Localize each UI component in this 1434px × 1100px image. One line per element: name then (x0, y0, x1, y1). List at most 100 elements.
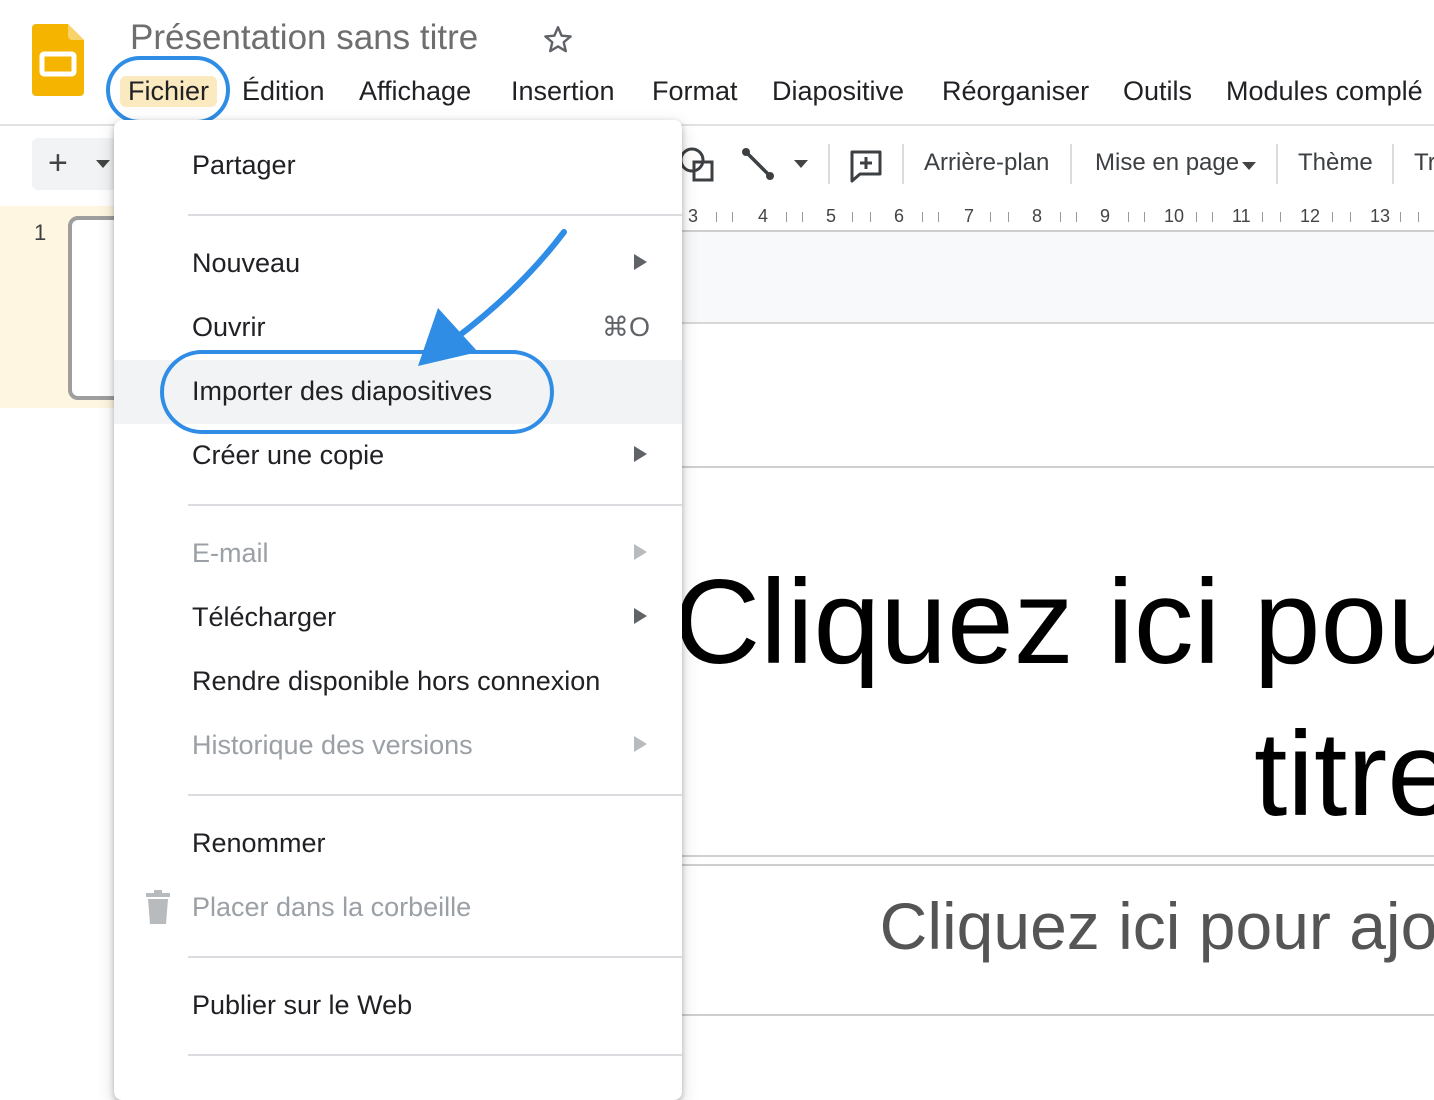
menu-insertion[interactable]: Insertion (511, 76, 615, 107)
menu-outils[interactable]: Outils (1123, 76, 1192, 107)
ruler-tick (716, 212, 717, 222)
slide-title-placeholder[interactable]: Cliquez ici pou titre (554, 546, 1434, 850)
ruler-tick (1212, 212, 1213, 222)
menu-item-label: Renommer (192, 828, 326, 858)
menu-item-publier-web[interactable]: Publier sur le Web (114, 974, 682, 1038)
ruler-tick (1008, 212, 1009, 222)
horizontal-ruler[interactable]: 3 4 5 6 7 8 9 10 11 12 13 (682, 204, 1434, 232)
slide-guide-line (682, 466, 1434, 468)
ruler-number: 13 (1370, 206, 1391, 226)
menu-item-renommer[interactable]: Renommer (114, 812, 682, 876)
ruler-tick (1400, 212, 1401, 222)
slide-subtitle-placeholder[interactable]: Cliquez ici pour ajou (674, 888, 1434, 964)
menu-reorganiser[interactable]: Réorganiser (942, 76, 1089, 107)
menu-item-label: Télécharger (192, 602, 337, 632)
ruler-tick (1060, 212, 1061, 222)
menu-item-label: Rendre disponible hors connexion (192, 666, 601, 696)
ruler-number: 9 (1100, 206, 1111, 226)
ruler-tick (732, 212, 733, 222)
menu-item-creer-copie[interactable]: Créer une copie (114, 424, 682, 488)
ruler-tick (990, 212, 991, 222)
menu-item-label: Importer des diapositives (192, 376, 493, 406)
menu-item-historique-versions: Historique des versions (114, 714, 682, 778)
slide-guide-line (682, 864, 1434, 866)
ruler-tick (1262, 212, 1263, 222)
ruler-tick (802, 212, 803, 222)
ruler-number: 11 (1232, 206, 1251, 226)
submenu-arrow-icon (634, 608, 647, 624)
menu-fichier[interactable]: Fichier (120, 76, 218, 107)
ruler-number: 12 (1300, 206, 1321, 226)
ruler-tick (1332, 212, 1333, 222)
ruler-tick (1196, 212, 1197, 222)
toolbar-separator (902, 144, 904, 184)
ruler-number: 8 (1032, 206, 1043, 226)
menu-item-label: Historique des versions (192, 730, 473, 760)
ruler-tick (786, 212, 787, 222)
menu-item-label: Créer une copie (192, 440, 385, 470)
layout-chevron-down-icon[interactable] (1240, 160, 1258, 172)
menu-bar: Fichier Édition Affichage Insertion Form… (0, 68, 1434, 116)
trash-icon (146, 890, 170, 924)
menu-divider (188, 214, 682, 216)
ruler-number: 3 (688, 206, 699, 226)
menu-item-label: Nouveau (192, 248, 301, 278)
chevron-down-icon[interactable] (94, 158, 112, 170)
menu-modules[interactable]: Modules complé (1226, 76, 1423, 107)
submenu-arrow-icon (634, 446, 647, 462)
ruler-tick (1280, 212, 1281, 222)
ruler-number: 7 (964, 206, 975, 226)
line-icon[interactable] (740, 146, 780, 186)
menu-item-importer-diapositives[interactable]: Importer des diapositives (114, 360, 682, 424)
ruler-tick (1418, 212, 1419, 222)
file-menu-dropdown: Partager Nouveau Ouvrir ⌘O Importer des … (114, 120, 682, 1100)
line-chevron-down-icon[interactable] (792, 158, 810, 170)
submenu-arrow-icon (634, 544, 647, 560)
background-button[interactable]: Arrière-plan (924, 149, 1049, 177)
ruler-tick (1144, 212, 1145, 222)
toolbar-separator (1392, 144, 1394, 184)
add-comment-icon[interactable] (848, 148, 884, 184)
ruler-number: 6 (894, 206, 905, 226)
document-title[interactable]: Présentation sans titre (130, 18, 478, 58)
ruler-number: 10 (1164, 206, 1185, 226)
ruler-tick (1076, 212, 1077, 222)
transition-button[interactable]: Tr (1414, 149, 1434, 177)
ruler-number: 4 (758, 206, 769, 226)
menu-item-nouveau[interactable]: Nouveau (114, 232, 682, 296)
menu-item-label: Placer dans la corbeille (192, 892, 472, 922)
menu-divider (188, 956, 682, 958)
toolbar-separator (828, 144, 830, 184)
theme-button[interactable]: Thème (1298, 149, 1373, 177)
slide-number: 1 (34, 220, 47, 245)
menu-item-label: Ouvrir (192, 312, 266, 342)
ruler-tick (1350, 212, 1351, 222)
menu-item-corbeille: Placer dans la corbeille (114, 876, 682, 940)
canvas-margin (682, 232, 1434, 324)
submenu-arrow-icon (634, 254, 647, 270)
menu-edition[interactable]: Édition (242, 76, 325, 107)
shortcut-label: ⌘O (602, 312, 651, 342)
menu-item-partager[interactable]: Partager (114, 134, 682, 198)
menu-divider (188, 794, 682, 796)
menu-diapositive[interactable]: Diapositive (772, 76, 904, 107)
menu-affichage[interactable]: Affichage (359, 76, 471, 107)
shape-icon[interactable] (678, 146, 718, 186)
slide-title-line1: Cliquez ici pou (673, 555, 1434, 689)
submenu-arrow-icon (634, 736, 647, 752)
new-slide-button[interactable]: + (32, 138, 122, 190)
menu-item-label: E-mail (192, 538, 269, 568)
toolbar-separator (1276, 144, 1278, 184)
menu-format[interactable]: Format (652, 76, 738, 107)
menu-item-ouvrir[interactable]: Ouvrir ⌘O (114, 296, 682, 360)
ruler-tick (938, 212, 939, 222)
ruler-tick (870, 212, 871, 222)
menu-item-telecharger[interactable]: Télécharger (114, 586, 682, 650)
layout-button[interactable]: Mise en page (1095, 149, 1239, 177)
star-icon[interactable] (540, 22, 576, 58)
slide-guide-line (682, 1014, 1434, 1016)
menu-item-email: E-mail (114, 522, 682, 586)
menu-item-label: Partager (192, 150, 296, 180)
ruler-number: 5 (826, 206, 837, 226)
menu-item-hors-connexion[interactable]: Rendre disponible hors connexion (114, 650, 682, 714)
